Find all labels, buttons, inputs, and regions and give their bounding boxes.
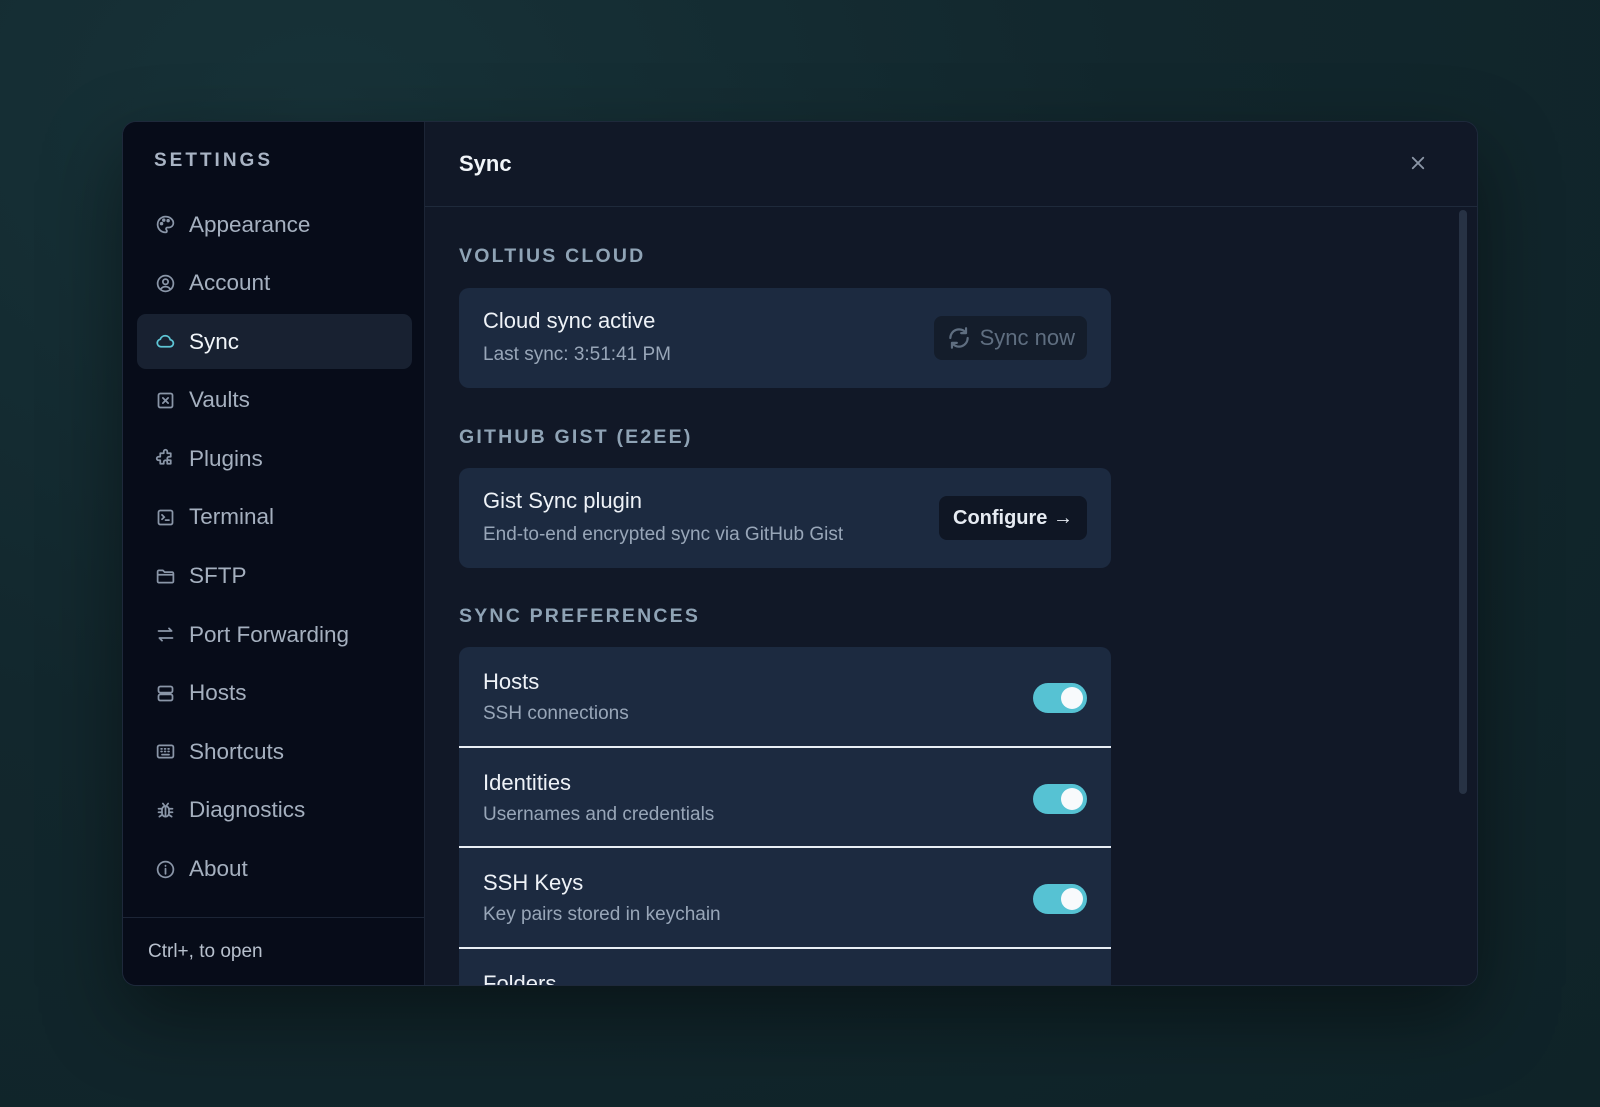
toggle-knob: [1061, 787, 1083, 810]
section-label-gist: GITHUB GIST (E2EE): [459, 426, 693, 448]
sync-content: VOLTIUS CLOUD Cloud sync active Last syn…: [459, 207, 1111, 986]
pref-row-folders: Folders: [459, 949, 1111, 986]
sidebar-item-label: SFTP: [189, 563, 247, 589]
page-title: Sync: [425, 122, 1477, 207]
sidebar-item-hosts[interactable]: Hosts: [137, 666, 412, 721]
terminal-icon: [153, 505, 177, 529]
sidebar-item-appearance[interactable]: Appearance: [137, 197, 412, 252]
toggle-knob: [1061, 888, 1083, 910]
settings-dialog: SETTINGS Appearance Account Sync Vaults …: [122, 121, 1478, 986]
configure-button[interactable]: Configure →: [939, 496, 1087, 540]
sidebar-item-label: Diagnostics: [189, 797, 306, 823]
puzzle-icon: [153, 447, 177, 471]
shortcut-hint: Ctrl+, to open: [123, 917, 424, 985]
sidebar-item-diagnostics[interactable]: Diagnostics: [137, 783, 412, 838]
identities-sync-toggle[interactable]: [1033, 783, 1087, 814]
server-icon: [153, 681, 177, 705]
user-circle-icon: [153, 271, 177, 295]
sidebar-item-label: Port Forwarding: [189, 621, 350, 647]
sidebar-item-port-forwarding[interactable]: Port Forwarding: [137, 607, 412, 662]
sidebar-item-terminal[interactable]: Terminal: [137, 490, 412, 545]
gist-sync-card: Gist Sync plugin End-to-end encrypted sy…: [459, 468, 1111, 568]
sidebar-item-label: Sync: [189, 328, 240, 354]
sync-now-button[interactable]: Sync now: [933, 316, 1087, 360]
pref-title: Folders: [483, 970, 557, 986]
pref-title: Identities: [483, 769, 572, 795]
close-button[interactable]: [1403, 148, 1433, 178]
refresh-icon: [948, 327, 969, 349]
keyboard-icon: [153, 740, 177, 764]
sync-preferences-list: Hosts SSH connections Identities Usernam…: [459, 647, 1111, 986]
sidebar-item-shortcuts[interactable]: Shortcuts: [137, 724, 412, 779]
cloud-icon: [153, 330, 177, 354]
bug-icon: [153, 798, 177, 822]
sidebar-item-plugins[interactable]: Plugins: [137, 431, 412, 486]
pref-title: Hosts: [483, 669, 540, 694]
section-label-preferences: SYNC PREFERENCES: [459, 605, 701, 627]
sidebar-item-account[interactable]: Account: [137, 256, 412, 311]
pref-description: SSH connections: [483, 703, 629, 724]
sidebar-item-label: Account: [189, 270, 271, 296]
pref-row-hosts: Hosts SSH connections: [459, 647, 1111, 748]
toggle-knob: [1061, 687, 1083, 709]
sidebar-item-about[interactable]: About: [137, 842, 412, 897]
sidebar-nav: Appearance Account Sync Vaults Plugins T…: [137, 197, 412, 900]
section-label-cloud: VOLTIUS CLOUD: [459, 245, 646, 267]
settings-sidebar: SETTINGS Appearance Account Sync Vaults …: [123, 122, 425, 985]
sidebar-item-label: About: [189, 856, 248, 882]
sidebar-item-sftp[interactable]: SFTP: [137, 549, 412, 604]
sidebar-item-label: Shortcuts: [189, 738, 285, 764]
settings-main: Sync VOLTIUS CLOUD Cloud sync active Las…: [425, 122, 1477, 985]
sidebar-title: SETTINGS: [154, 150, 274, 171]
pref-row-identities: Identities Usernames and credentials: [459, 748, 1111, 848]
close-icon: [1411, 156, 1425, 170]
sidebar-item-label: Terminal: [189, 504, 275, 530]
sidebar-item-label: Plugins: [189, 445, 263, 471]
info-icon: [153, 857, 177, 881]
cloud-sync-card: Cloud sync active Last sync: 3:51:41 PM …: [459, 288, 1111, 388]
pref-row-ssh-keys: SSH Keys Key pairs stored in keychain: [459, 848, 1111, 949]
sync-now-label: Sync now: [979, 325, 1075, 350]
sidebar-item-sync[interactable]: Sync: [137, 314, 412, 370]
pref-description: Usernames and credentials: [483, 803, 715, 825]
pref-title: SSH Keys: [483, 870, 584, 895]
arrows-swap-icon: [153, 623, 177, 647]
palette-icon: [153, 213, 177, 237]
sidebar-item-vaults[interactable]: Vaults: [137, 373, 412, 428]
pref-description: Key pairs stored in keychain: [483, 904, 721, 925]
sidebar-item-label: Vaults: [189, 387, 250, 413]
hosts-sync-toggle[interactable]: [1033, 683, 1087, 713]
ssh-keys-sync-toggle[interactable]: [1033, 884, 1087, 914]
sidebar-item-label: Hosts: [189, 680, 247, 706]
sidebar-item-label: Appearance: [189, 211, 311, 237]
scrollbar[interactable]: [1459, 210, 1467, 794]
folder-icon: [153, 564, 177, 588]
vault-icon: [153, 388, 177, 412]
